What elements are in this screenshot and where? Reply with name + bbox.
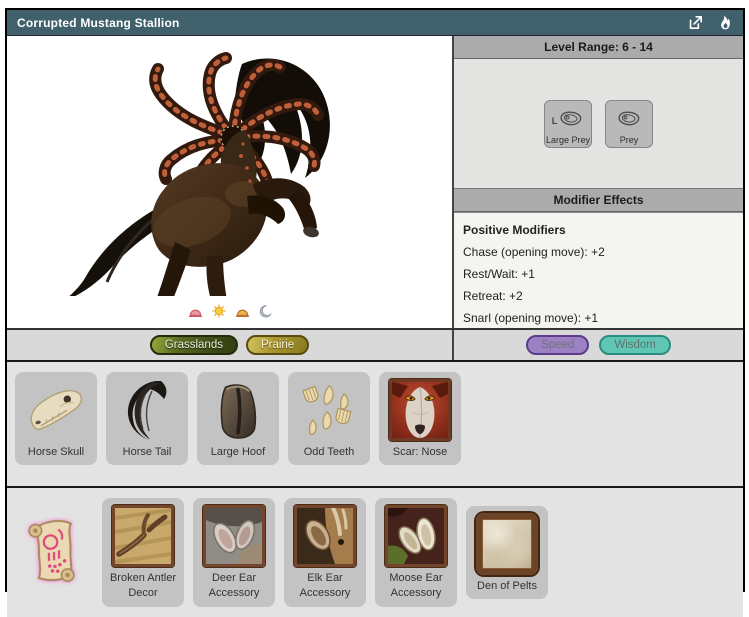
biome-pill-prairie[interactable]: Prairie — [245, 335, 310, 355]
moon-icon — [259, 304, 272, 323]
item-card-scar-nose[interactable]: Scar: Nose — [379, 372, 461, 466]
stat-pill-speed[interactable]: Speed — [526, 335, 590, 355]
craftables-section: Broken Antler Decor Deer Ear Accessory E… — [7, 486, 743, 617]
flame-icon[interactable] — [718, 14, 733, 31]
modifier-line: Retreat: +2 — [463, 289, 523, 303]
item-card-horse-tail[interactable]: Horse Tail — [106, 372, 188, 466]
positive-modifiers-title: Positive Modifiers — [463, 223, 566, 237]
broken-antler-icon — [111, 504, 175, 568]
sun-icon — [211, 304, 226, 323]
item-label: Den of Pelts — [477, 579, 537, 592]
item-card-odd-teeth[interactable]: Odd Teeth — [288, 372, 370, 466]
horse-skull-icon — [24, 378, 88, 442]
dawn-icon — [188, 305, 203, 323]
biome-pill-grasslands[interactable]: Grasslands — [149, 335, 238, 355]
corrupted-mustang-image — [69, 52, 330, 296]
page-title: Corrupted Mustang Stallion — [17, 15, 180, 30]
item-label: Horse Tail — [122, 446, 172, 458]
encounter-page: Corrupted Mustang Stallion Level Range: … — [5, 8, 745, 617]
item-label: Deer Ear Accessory — [208, 572, 260, 600]
item-label: Scar: Nose — [392, 446, 448, 458]
time-of-day-row — [7, 304, 452, 323]
modifier-line: Snarl (opening move): +1 — [463, 311, 599, 325]
tags-row: Grasslands Prairie Speed Wisdom — [7, 328, 743, 360]
stat-tags: Speed Wisdom — [452, 330, 743, 360]
stat-pill-wisdom[interactable]: Wisdom — [599, 335, 671, 355]
item-card-horse-skull[interactable]: Horse Skull — [15, 372, 97, 466]
prey-label: Prey — [619, 134, 639, 145]
external-link-icon[interactable] — [687, 14, 704, 31]
item-card-den-of-pelts[interactable]: Den of Pelts — [466, 505, 548, 600]
level-range-header: Level Range: 6 - 14 — [454, 36, 743, 59]
item-label: Elk Ear Accessory — [299, 572, 351, 600]
steak-icon — [616, 109, 642, 133]
dusk-icon — [235, 305, 250, 323]
item-card-large-hoof[interactable]: Large Hoof — [197, 372, 279, 466]
title-bar: Corrupted Mustang Stallion — [7, 10, 743, 35]
moose-ear-icon — [384, 504, 448, 568]
biome-tags: Grasslands Prairie — [7, 330, 452, 360]
elk-ear-icon — [293, 504, 357, 568]
prey-button[interactable]: Prey — [605, 99, 653, 148]
main-row: Level Range: 6 - 14 L Large Prey Prey Mo… — [7, 35, 743, 328]
modifier-list: Positive Modifiers Chase (opening move):… — [454, 212, 743, 328]
item-label: Broken Antler Decor — [109, 572, 177, 600]
modifier-effects-header: Modifier Effects — [454, 188, 743, 212]
item-card-elk-ear-accessory[interactable]: Elk Ear Accessory — [284, 498, 366, 607]
item-card-moose-ear-accessory[interactable]: Moose Ear Accessory — [375, 498, 457, 607]
item-label: Large Hoof — [210, 446, 266, 458]
large-prey-button[interactable]: L Large Prey — [544, 99, 592, 148]
scar-nose-icon — [388, 378, 452, 442]
large-steak-icon — [558, 109, 584, 133]
item-card-deer-ear-accessory[interactable]: Deer Ear Accessory — [193, 498, 275, 607]
item-card-broken-antler-decor[interactable]: Broken Antler Decor — [102, 498, 184, 607]
recipe-scroll[interactable] — [15, 517, 93, 587]
deer-ear-icon — [202, 504, 266, 568]
modifier-line: Chase (opening move): +2 — [463, 245, 605, 259]
den-of-pelts-icon — [475, 512, 539, 576]
creature-image-panel — [7, 36, 452, 328]
modifier-line: Rest/Wait: +1 — [463, 267, 535, 281]
large-prey-size-prefix: L — [551, 115, 558, 126]
odd-teeth-icon — [297, 378, 361, 442]
drops-section: Horse Skull Horse Tail Large Hoof Odd Te… — [7, 360, 743, 486]
large-prey-label: Large Prey — [545, 134, 591, 145]
prey-area: L Large Prey Prey — [454, 59, 743, 188]
item-label: Horse Skull — [27, 446, 85, 458]
large-hoof-icon — [206, 378, 270, 442]
item-label: Odd Teeth — [303, 446, 355, 458]
info-panel: Level Range: 6 - 14 L Large Prey Prey Mo… — [452, 36, 743, 328]
horse-tail-icon — [115, 378, 179, 442]
item-label: Moose Ear Accessory — [389, 572, 443, 600]
